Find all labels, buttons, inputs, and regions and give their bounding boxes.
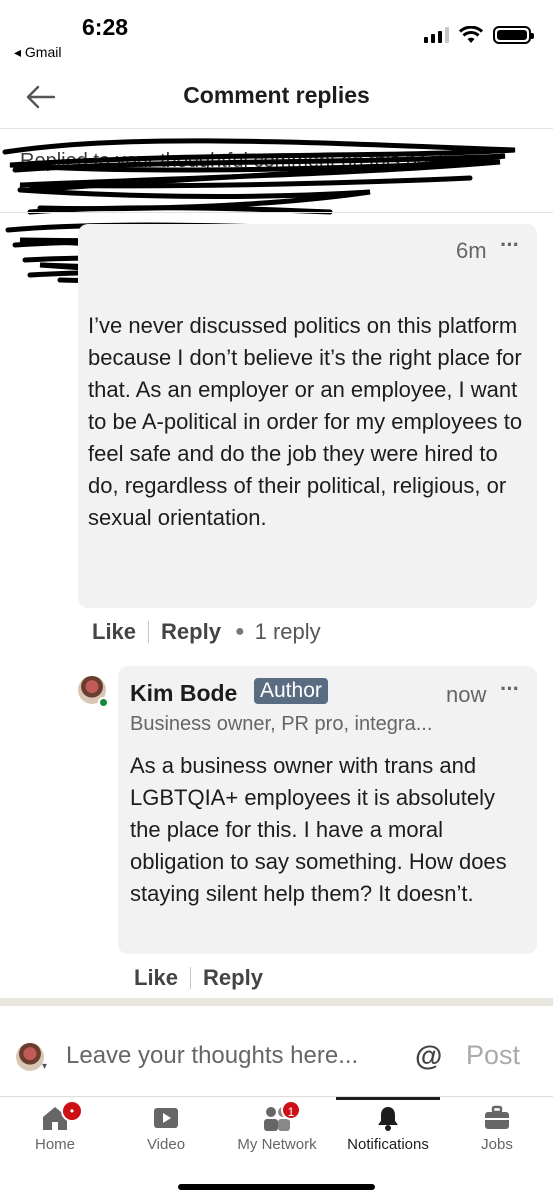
nav-video[interactable]: Video bbox=[136, 1104, 196, 1153]
reply-author-name[interactable]: Kim Bode bbox=[130, 680, 237, 707]
nav-notifications[interactable]: Notifications bbox=[338, 1104, 438, 1153]
battery-icon bbox=[493, 26, 534, 44]
active-tab-indicator bbox=[336, 1097, 440, 1100]
nav-my-network[interactable]: 1 My Network bbox=[230, 1100, 324, 1153]
video-icon bbox=[154, 1108, 178, 1128]
status-icons bbox=[424, 26, 534, 44]
back-to-gmail-link[interactable]: ◂ Gmail bbox=[14, 44, 61, 61]
nav-label: My Network bbox=[237, 1136, 317, 1153]
status-time: 6:28 bbox=[82, 14, 129, 40]
comment-actions: Like Reply ● 1 reply bbox=[92, 619, 321, 645]
post-button[interactable]: Post bbox=[466, 1040, 520, 1071]
home-indicator[interactable] bbox=[178, 1184, 375, 1190]
comment-input[interactable]: Leave your thoughts here... bbox=[66, 1042, 358, 1070]
nav-label: Home bbox=[34, 1136, 75, 1153]
online-status-indicator bbox=[98, 697, 109, 708]
nav-jobs[interactable]: Jobs bbox=[470, 1104, 524, 1153]
more-options-icon[interactable]: ··· bbox=[500, 676, 520, 702]
reply-button[interactable]: Reply bbox=[203, 965, 263, 991]
wifi-icon bbox=[459, 26, 483, 43]
reply-text: As a business owner with trans and LGBTQ… bbox=[130, 753, 507, 906]
bullet-separator: ● bbox=[234, 623, 245, 640]
nav-divider bbox=[0, 1096, 553, 1097]
compose-divider bbox=[0, 998, 553, 1006]
network-badge: 1 bbox=[281, 1100, 301, 1120]
header: Comment replies bbox=[0, 72, 553, 122]
reply-author-headline: Business owner, PR pro, integra... bbox=[130, 713, 433, 735]
signal-icon bbox=[424, 27, 449, 43]
home-notification-dot: • bbox=[61, 1100, 83, 1122]
nav-label: Video bbox=[146, 1136, 186, 1153]
header-divider bbox=[0, 128, 553, 129]
status-bar: 6:28 ◂ Gmail bbox=[0, 0, 553, 70]
more-options-icon[interactable]: ··· bbox=[500, 232, 520, 258]
mention-button[interactable]: @ bbox=[415, 1040, 442, 1072]
bell-icon bbox=[378, 1107, 398, 1131]
briefcase-icon bbox=[485, 1105, 509, 1129]
author-badge: Author bbox=[254, 678, 328, 704]
reply-button[interactable]: Reply bbox=[161, 619, 221, 645]
page-title: Comment replies bbox=[183, 82, 370, 108]
like-button[interactable]: Like bbox=[134, 965, 178, 991]
reply-timestamp: now bbox=[446, 682, 487, 707]
nav-home[interactable]: • Home bbox=[24, 1100, 86, 1153]
reply-count-link[interactable]: 1 reply bbox=[255, 619, 321, 645]
compose-avatar[interactable] bbox=[16, 1043, 44, 1071]
section-divider bbox=[0, 212, 553, 213]
reply-actions: Like Reply bbox=[134, 965, 263, 991]
action-separator bbox=[190, 967, 192, 989]
like-button[interactable]: Like bbox=[92, 619, 136, 645]
chevron-down-icon[interactable]: ▾ bbox=[42, 1061, 47, 1072]
nav-label: Jobs bbox=[481, 1136, 513, 1153]
nav-label: Notifications bbox=[347, 1136, 429, 1153]
action-separator bbox=[148, 621, 150, 643]
comment-text: I’ve never discussed politics on this pl… bbox=[88, 313, 523, 530]
comment-timestamp: 6m bbox=[456, 238, 487, 263]
